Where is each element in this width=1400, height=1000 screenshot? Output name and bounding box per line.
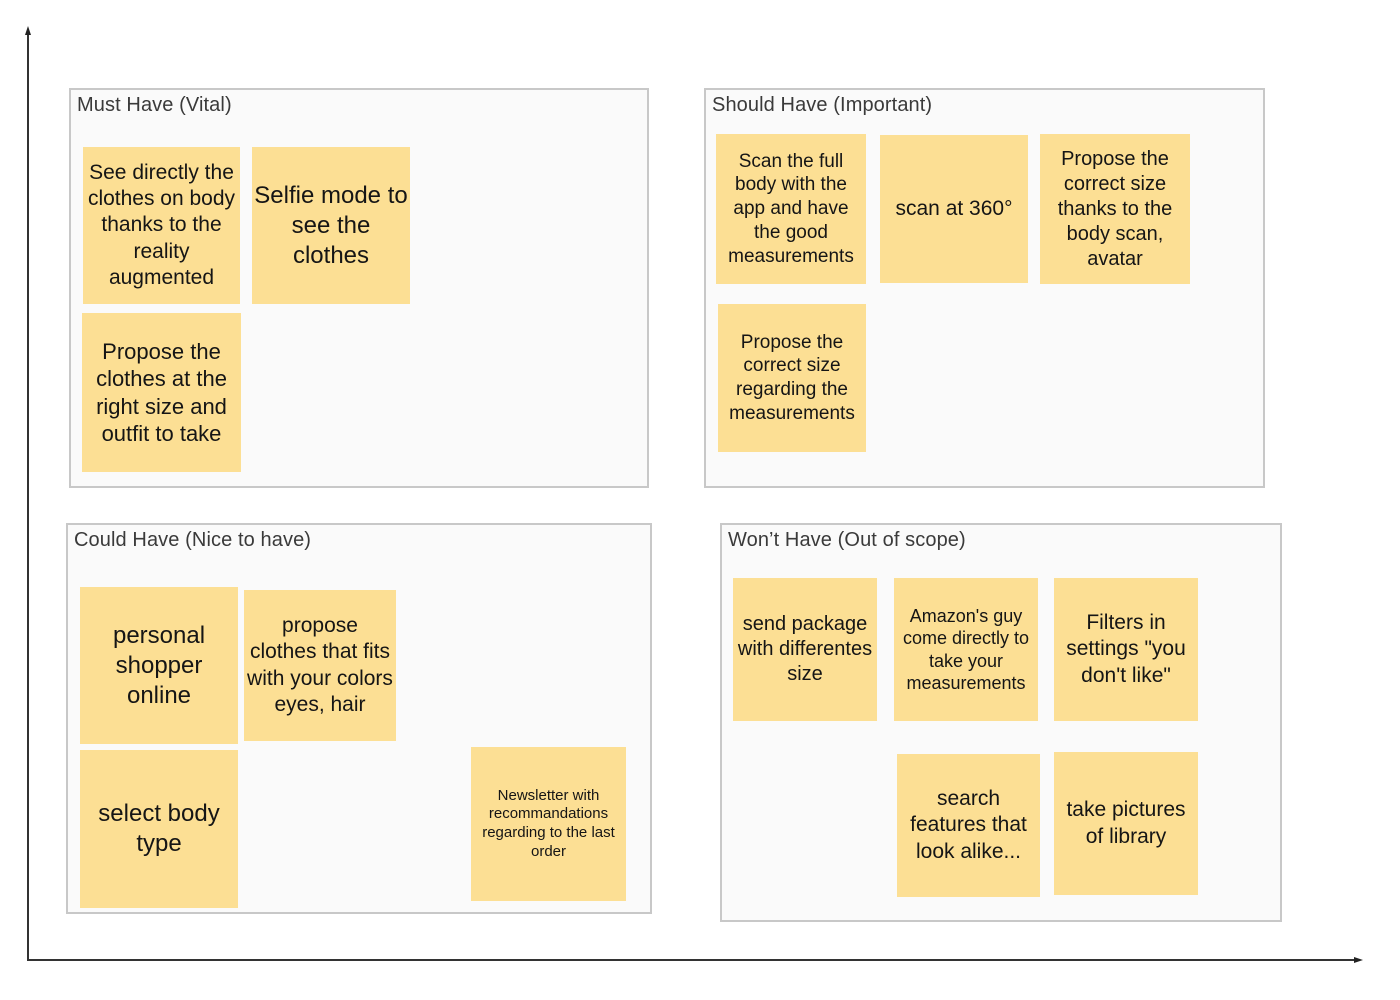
sticky-text: Filters in settings "you don't like" xyxy=(1066,611,1186,687)
sticky-note[interactable]: Newsletter with recommandations regardin… xyxy=(471,747,626,901)
sticky-note[interactable]: personal shopper online xyxy=(80,587,238,744)
sticky-text: Propose the clothes at the right size an… xyxy=(96,338,227,447)
sticky-note[interactable]: search features that look alike... xyxy=(897,754,1040,897)
sticky-note[interactable]: Filters in settings "you don't like" xyxy=(1054,578,1198,721)
sticky-note[interactable]: select body type xyxy=(80,750,238,908)
sticky-note[interactable]: See directly the clothes on body thanks … xyxy=(83,147,240,304)
sticky-text: send package with differentes size xyxy=(737,613,873,685)
sticky-note[interactable]: Propose the correct size thanks to the b… xyxy=(1040,134,1190,284)
sticky-note[interactable]: send package with differentes size xyxy=(733,578,877,721)
sticky-text: take pictures of library xyxy=(1066,798,1186,848)
frame-title: Should Have (Important) xyxy=(712,94,933,116)
sticky-note[interactable]: Propose the clothes at the right size an… xyxy=(82,313,241,472)
frame-title: Must Have (Vital) xyxy=(77,94,232,116)
frame-title: Won’t Have (Out of scope) xyxy=(728,529,966,551)
sticky-text: Amazon's guy come directly to take your … xyxy=(902,605,1030,694)
sticky-note[interactable]: Amazon's guy come directly to take your … xyxy=(894,578,1038,721)
sticky-text: Newsletter with recommandations regardin… xyxy=(482,786,615,860)
sticky-text: Selfie mode to see the clothes xyxy=(254,181,408,269)
sticky-text: search features that look alike... xyxy=(910,787,1027,863)
sticky-note[interactable]: Scan the full body with the app and have… xyxy=(716,134,866,284)
x-axis-arrow-icon xyxy=(1354,957,1363,963)
sticky-text: See directly the clothes on body thanks … xyxy=(87,160,236,289)
sticky-note[interactable]: Selfie mode to see the clothes xyxy=(252,147,410,304)
frame-title: Could Have (Nice to have) xyxy=(74,529,312,551)
sticky-text: Propose the correct size thanks to the b… xyxy=(1057,147,1173,270)
y-axis-arrow-icon xyxy=(25,26,31,35)
sticky-note[interactable]: Propose the correct size regarding the m… xyxy=(718,304,866,452)
sticky-note[interactable]: propose clothes that fits with your colo… xyxy=(244,590,396,741)
sticky-text: propose clothes that fits with your colo… xyxy=(247,614,393,716)
sticky-text: Scan the full body with the app and have… xyxy=(728,150,854,267)
sticky-text: Propose the correct size regarding the m… xyxy=(729,331,855,424)
sticky-note[interactable]: take pictures of library xyxy=(1054,752,1198,895)
sticky-text: select body type xyxy=(98,800,220,857)
sticky-text: personal shopper online xyxy=(112,621,206,709)
sticky-note[interactable]: scan at 360° xyxy=(880,135,1028,283)
sticky-text: scan at 360° xyxy=(895,196,1013,220)
